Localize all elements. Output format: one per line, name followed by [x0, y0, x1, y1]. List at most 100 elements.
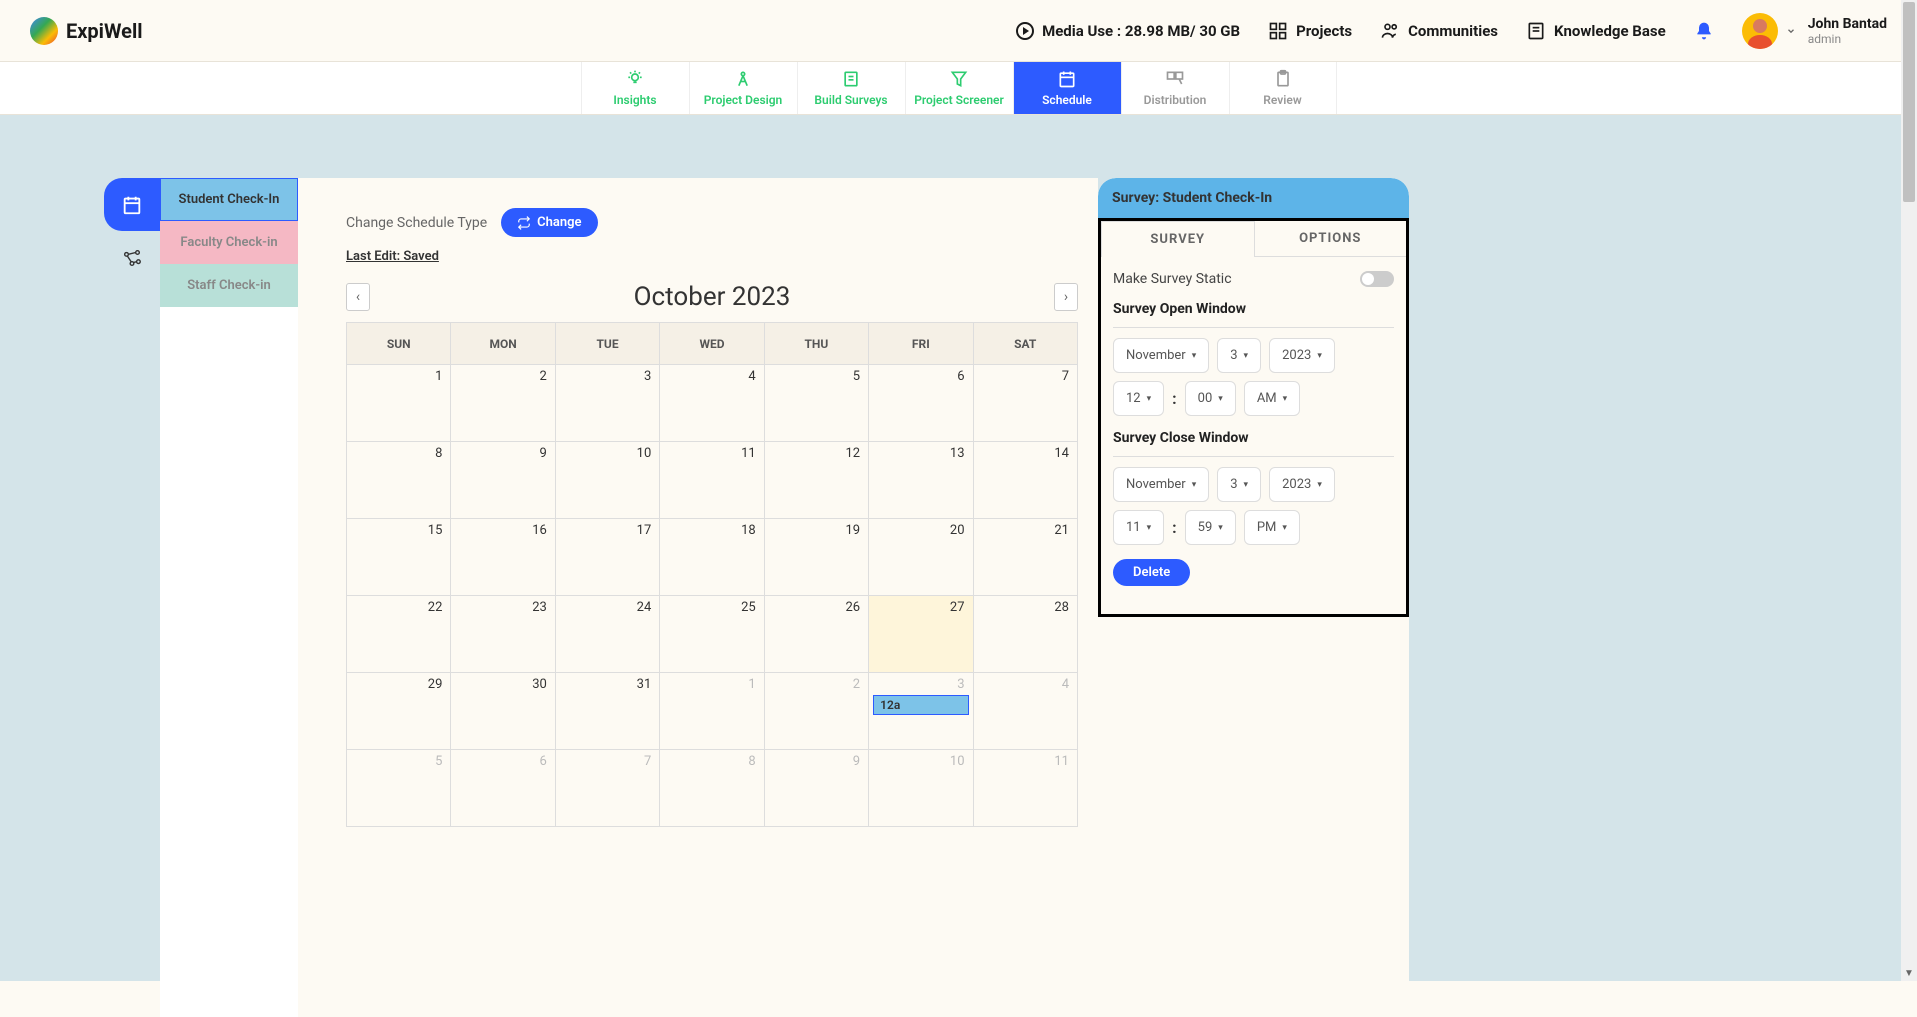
calendar-cell[interactable]: 1 — [347, 365, 451, 442]
calendar-day-header: FRI — [869, 323, 973, 365]
calendar-cell[interactable]: 17 — [555, 519, 659, 596]
open-day-picker[interactable]: 3▾ — [1217, 338, 1261, 373]
user-menu[interactable]: John Bantad admin — [1742, 13, 1887, 49]
last-edit-status[interactable]: Last Edit: Saved — [346, 249, 1078, 264]
calendar-cell[interactable]: 30 — [451, 673, 555, 750]
tab-review[interactable]: Review — [1229, 62, 1337, 114]
bell-icon — [1694, 21, 1714, 41]
calendar-cell[interactable]: 29 — [347, 673, 451, 750]
tab-project-design[interactable]: Project Design — [689, 62, 797, 114]
calendar-cell[interactable]: 12 — [764, 442, 868, 519]
calendar-cell[interactable]: 1 — [660, 673, 764, 750]
calendar-cell[interactable]: 11 — [973, 750, 1077, 827]
calendar-cell[interactable]: 25 — [660, 596, 764, 673]
calendar-cell[interactable]: 7 — [973, 365, 1077, 442]
calendar-cell[interactable]: 26 — [764, 596, 868, 673]
calendar-cell[interactable]: 6 — [869, 365, 973, 442]
network-icon — [121, 247, 143, 269]
calendar-cell[interactable]: 28 — [973, 596, 1077, 673]
calendar-panel: Change Schedule Type Change Last Edit: S… — [298, 178, 1098, 1017]
calendar-cell[interactable]: 312a — [869, 673, 973, 750]
calendar-cell[interactable]: 4 — [973, 673, 1077, 750]
rail-calendar-button[interactable] — [104, 178, 160, 231]
calendar-next-button[interactable]: › — [1054, 283, 1078, 311]
calendar-cell[interactable]: 15 — [347, 519, 451, 596]
calendar-cell[interactable]: 31 — [555, 673, 659, 750]
calendar-prev-button[interactable]: ‹ — [346, 283, 370, 311]
calendar-cell[interactable]: 24 — [555, 596, 659, 673]
rail-network-button[interactable] — [104, 231, 160, 284]
survey-item-faculty[interactable]: Faculty Check-in — [160, 221, 298, 264]
open-ampm-picker[interactable]: AM▾ — [1244, 381, 1300, 416]
calendar-cell[interactable]: 23 — [451, 596, 555, 673]
close-day-picker[interactable]: 3▾ — [1217, 467, 1261, 502]
calendar-cell[interactable]: 11 — [660, 442, 764, 519]
notifications-button[interactable] — [1694, 21, 1714, 41]
tab-review-label: Review — [1263, 93, 1301, 107]
survey-item-staff[interactable]: Staff Check-in — [160, 264, 298, 307]
calendar-cell[interactable]: 4 — [660, 365, 764, 442]
media-use-text: Media Use : 28.98 MB/ 30 GB — [1042, 22, 1240, 40]
media-use[interactable]: Media Use : 28.98 MB/ 30 GB — [1016, 22, 1240, 40]
calendar-cell[interactable]: 10 — [555, 442, 659, 519]
calendar-cell[interactable]: 8 — [660, 750, 764, 827]
close-hour-picker[interactable]: 11▾ — [1113, 510, 1164, 545]
tab-schedule[interactable]: Schedule — [1013, 62, 1121, 114]
logo[interactable]: ExpiWell — [30, 17, 143, 45]
calendar-event[interactable]: 12a — [873, 695, 968, 715]
panel-tab-options[interactable]: OPTIONS — [1255, 221, 1407, 257]
clipboard-icon — [1273, 69, 1293, 89]
tab-project-screener[interactable]: Project Screener — [905, 62, 1013, 114]
boxes-icon — [1165, 69, 1185, 89]
close-year-picker[interactable]: 2023▾ — [1269, 467, 1335, 502]
tab-build-surveys[interactable]: Build Surveys — [797, 62, 905, 114]
open-hour-picker[interactable]: 12▾ — [1113, 381, 1164, 416]
scrollbar-down-button[interactable]: ▼ — [1901, 965, 1917, 981]
close-month-picker[interactable]: November▾ — [1113, 467, 1209, 502]
tab-schedule-label: Schedule — [1042, 93, 1092, 107]
make-static-toggle[interactable] — [1360, 271, 1394, 287]
close-ampm-picker[interactable]: PM▾ — [1244, 510, 1300, 545]
calendar-cell[interactable]: 5 — [764, 365, 868, 442]
calendar-cell[interactable]: 27 — [869, 596, 973, 673]
nav-communities[interactable]: Communities — [1380, 21, 1498, 41]
avatar — [1742, 13, 1778, 49]
calendar-cell[interactable]: 9 — [764, 750, 868, 827]
close-min-picker[interactable]: 59▾ — [1185, 510, 1236, 545]
calendar-cell[interactable]: 13 — [869, 442, 973, 519]
calendar-cell[interactable]: 6 — [451, 750, 555, 827]
nav-knowledge-base[interactable]: Knowledge Base — [1526, 21, 1666, 41]
calendar-cell[interactable]: 21 — [973, 519, 1077, 596]
survey-item-student[interactable]: Student Check-In — [160, 178, 298, 221]
nav-projects[interactable]: Projects — [1268, 21, 1352, 41]
calendar-cell[interactable]: 22 — [347, 596, 451, 673]
calendar-cell[interactable]: 20 — [869, 519, 973, 596]
calendar-day-header: TUE — [555, 323, 659, 365]
scrollbar-thumb[interactable] — [1903, 2, 1915, 202]
calendar-cell[interactable]: 9 — [451, 442, 555, 519]
calendar-day-header: THU — [764, 323, 868, 365]
calendar-cell[interactable]: 2 — [764, 673, 868, 750]
calendar-cell[interactable]: 5 — [347, 750, 451, 827]
open-month-picker[interactable]: November▾ — [1113, 338, 1209, 373]
change-button[interactable]: Change — [501, 208, 597, 237]
tab-distribution[interactable]: Distribution — [1121, 62, 1229, 114]
scrollbar[interactable]: ▼ — [1901, 0, 1917, 981]
open-min-picker[interactable]: 00▾ — [1185, 381, 1236, 416]
calendar-cell[interactable]: 19 — [764, 519, 868, 596]
delete-button[interactable]: Delete — [1113, 559, 1190, 586]
tab-insights[interactable]: Insights — [581, 62, 689, 114]
calendar-cell[interactable]: 14 — [973, 442, 1077, 519]
open-year-picker[interactable]: 2023▾ — [1269, 338, 1335, 373]
calendar-cell[interactable]: 7 — [555, 750, 659, 827]
subnav: Insights Project Design Build Surveys Pr… — [0, 62, 1917, 115]
time-separator-2: : — [1172, 518, 1177, 537]
panel-tab-survey[interactable]: SURVEY — [1101, 221, 1255, 257]
calendar-cell[interactable]: 10 — [869, 750, 973, 827]
calendar-cell[interactable]: 16 — [451, 519, 555, 596]
kb-label: Knowledge Base — [1554, 22, 1666, 40]
calendar-cell[interactable]: 2 — [451, 365, 555, 442]
calendar-cell[interactable]: 18 — [660, 519, 764, 596]
calendar-cell[interactable]: 8 — [347, 442, 451, 519]
calendar-cell[interactable]: 3 — [555, 365, 659, 442]
